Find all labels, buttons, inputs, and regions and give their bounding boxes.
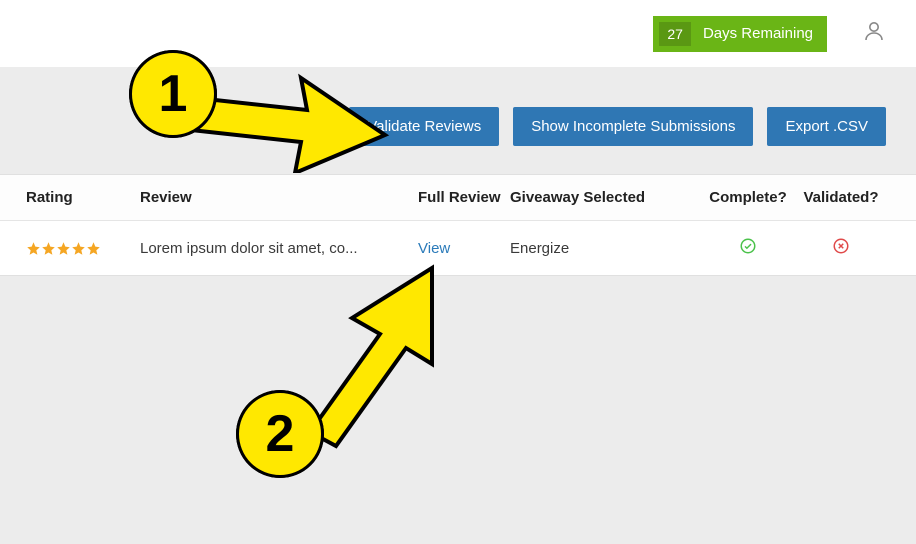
giveaway-cell: Energize	[510, 240, 700, 257]
reviews-table: Rating Review Full Review Giveaway Selec…	[0, 174, 916, 276]
review-text-cell: Lorem ipsum dolor sit amet, co...	[140, 240, 418, 257]
show-incomplete-button[interactable]: Show Incomplete Submissions	[513, 107, 753, 146]
days-remaining-badge: 27 Days Remaining	[653, 16, 827, 52]
header-full-review: Full Review	[418, 189, 510, 206]
header-giveaway: Giveaway Selected	[510, 189, 700, 206]
check-circle-icon	[739, 242, 757, 259]
validated-cell	[796, 237, 886, 259]
table-row: Lorem ipsum dolor sit amet, co... View E…	[0, 221, 916, 275]
star-rating-icon	[26, 241, 140, 256]
header-validated: Validated?	[796, 189, 886, 206]
days-label: Days Remaining	[703, 25, 813, 42]
validate-reviews-button[interactable]: Validate Reviews	[349, 107, 499, 146]
header-complete: Complete?	[700, 189, 796, 206]
header-rating: Rating	[0, 189, 140, 206]
rating-cell	[0, 241, 140, 256]
view-full-review-link[interactable]: View	[418, 240, 450, 257]
complete-cell	[700, 237, 796, 259]
days-count: 27	[659, 22, 691, 46]
x-circle-icon	[832, 242, 850, 259]
table-header-row: Rating Review Full Review Giveaway Selec…	[0, 175, 916, 221]
header-review: Review	[140, 189, 418, 206]
export-csv-button[interactable]: Export .CSV	[767, 107, 886, 146]
avatar-icon[interactable]	[862, 19, 886, 48]
